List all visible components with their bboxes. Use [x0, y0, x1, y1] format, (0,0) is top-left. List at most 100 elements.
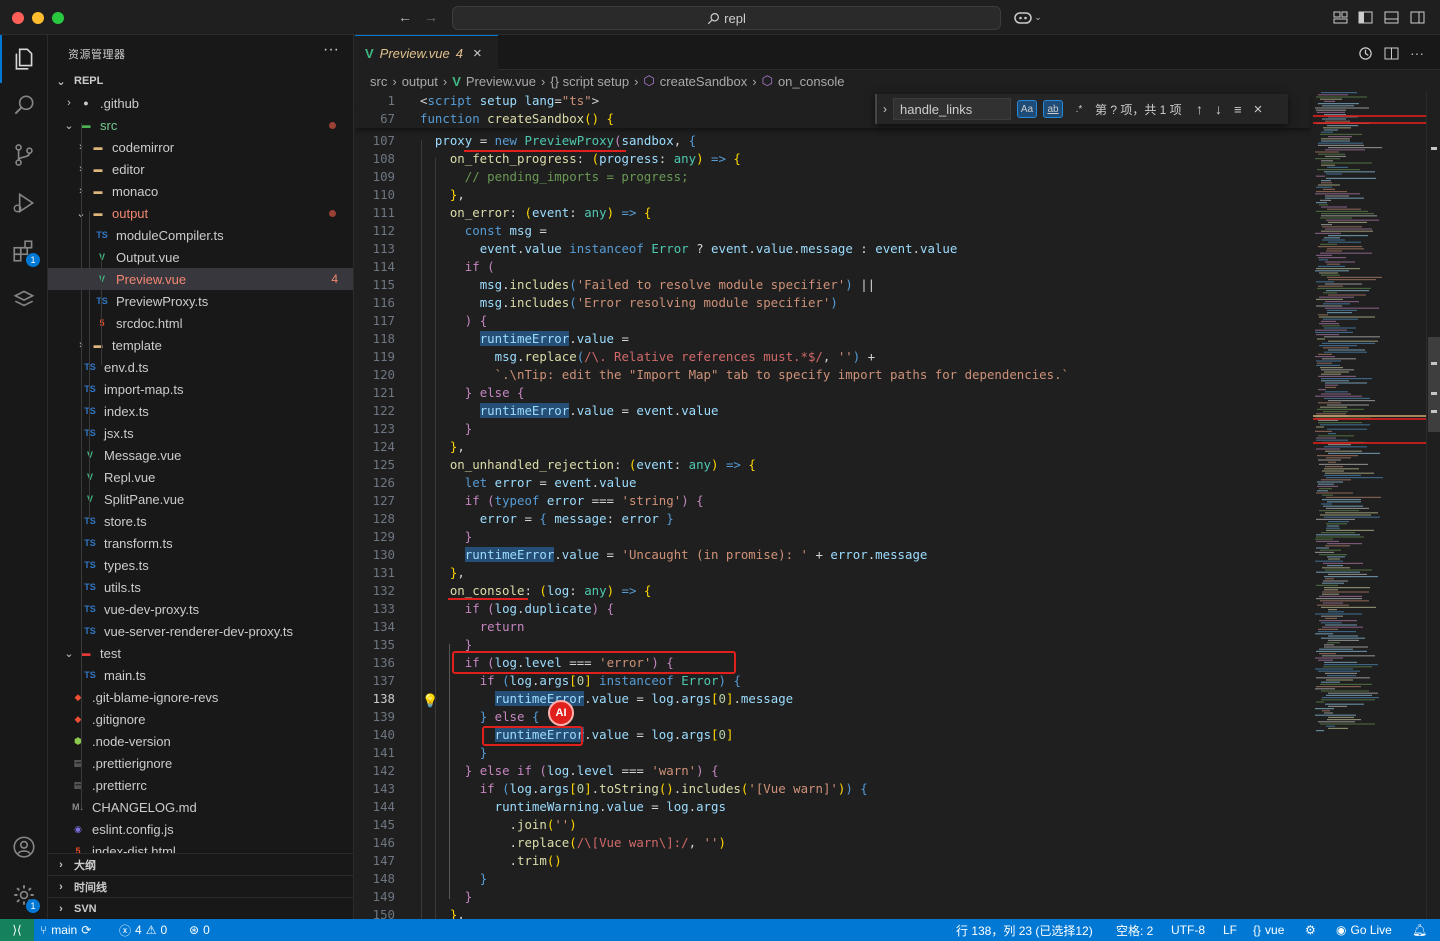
tree-item[interactable]: ▤ .prettierrc [48, 774, 353, 796]
folder-icon: ▬ [93, 340, 103, 350]
remote-indicator[interactable]: ⟩⟨ [0, 919, 34, 941]
timeline-history-icon[interactable] [1356, 44, 1374, 62]
tree-item[interactable]: TS env.d.ts [48, 356, 353, 378]
breadcrumb-on-console[interactable]: on_console [778, 74, 845, 89]
breadcrumb-src[interactable]: src [370, 74, 387, 89]
tree-item[interactable]: › ● .github [48, 92, 353, 114]
indentation[interactable]: 空格: 2 [1116, 919, 1153, 941]
notifications-bell-icon[interactable]: 🔔︎ [1412, 919, 1427, 941]
go-live-button[interactable]: ◉ Go Live [1336, 919, 1392, 941]
tree-item[interactable]: ◆ .git-blame-ignore-revs [48, 686, 353, 708]
tree-item[interactable]: V Output.vue [48, 246, 353, 268]
outline-section[interactable]: › 大纲 [48, 853, 353, 875]
tab-preview-vue[interactable]: V Preview.vue 4 × [355, 35, 498, 70]
tree-item[interactable]: V SplitPane.vue [48, 488, 353, 510]
copilot-status-icon[interactable]: ⚙ [1305, 919, 1316, 941]
source-control-icon[interactable] [0, 131, 48, 179]
scrollbar-thumb[interactable] [1428, 337, 1440, 432]
remote-explorer-icon[interactable] [0, 275, 48, 323]
editor-more-icon[interactable]: ··· [1408, 44, 1426, 62]
svn-section[interactable]: › SVN [48, 897, 353, 919]
extensions-icon[interactable]: 1 [0, 227, 48, 275]
toggle-panel-icon[interactable] [1382, 8, 1400, 26]
run-debug-icon[interactable] [0, 179, 48, 227]
zoom-window-button[interactable] [52, 12, 64, 24]
toggle-secondary-sidebar-icon[interactable] [1408, 8, 1426, 26]
breadcrumb-file[interactable]: Preview.vue [466, 74, 536, 89]
tree-item[interactable]: V Preview.vue 4 [48, 268, 353, 290]
whole-word-toggle[interactable]: ab [1043, 100, 1063, 118]
minimize-window-button[interactable] [32, 12, 44, 24]
tree-item[interactable]: ⌄▬output [48, 202, 353, 224]
branch-indicator[interactable]: ⑂ main ⟳ [40, 919, 91, 941]
tree-item[interactable]: V Repl.vue [48, 466, 353, 488]
tree-item[interactable]: TS vue-dev-proxy.ts [48, 598, 353, 620]
more-actions-icon[interactable]: ··· [323, 41, 339, 59]
lightbulb-icon[interactable]: 💡 [422, 693, 438, 709]
tree-item[interactable]: TS store.ts [48, 510, 353, 532]
workspace-root[interactable]: ⌄ REPL [48, 70, 353, 92]
tree-item[interactable]: TS PreviewProxy.ts [48, 290, 353, 312]
cursor-position[interactable]: 行 138，列 23 (已选择12) [956, 919, 1093, 941]
tree-item[interactable]: TS jsx.ts [48, 422, 353, 444]
prettier-icon: ▤ [73, 779, 83, 790]
tree-item[interactable]: ⬢ .node-version [48, 730, 353, 752]
forward-arrow-icon[interactable]: → [422, 8, 440, 26]
tree-item[interactable]: TS index.ts [48, 400, 353, 422]
toggle-replace-icon[interactable]: › [883, 102, 887, 116]
breadcrumb-script-setup[interactable]: {} script setup [550, 74, 629, 89]
account-icon[interactable] [0, 823, 48, 871]
find-input[interactable]: handle_links [893, 98, 1011, 120]
tree-item[interactable]: ⌄ ▬ test [48, 642, 353, 664]
tree-item[interactable]: ▤ .prettierignore [48, 752, 353, 774]
tree-item[interactable]: M↓ CHANGELOG.md [48, 796, 353, 818]
timeline-section[interactable]: › 时间线 [48, 875, 353, 897]
ai-assistant-icon[interactable]: AI [548, 700, 574, 726]
copilot-icon[interactable]: ⌄ [1013, 8, 1043, 26]
search-view-icon[interactable] [0, 81, 48, 129]
tree-item[interactable]: TS main.ts [48, 664, 353, 686]
settings-badge: 1 [26, 899, 40, 913]
problems-indicator[interactable]: ⓧ 4 ⚠ 0 [119, 919, 167, 941]
customize-layout-icon[interactable] [1331, 8, 1349, 26]
tree-item[interactable]: ⌄ ▬ src [48, 114, 353, 136]
vertical-scrollbar[interactable] [1426, 92, 1440, 919]
split-editor-icon[interactable] [1382, 44, 1400, 62]
tree-item[interactable]: TS import-map.ts [48, 378, 353, 400]
tree-item[interactable]: ›▬template [48, 334, 353, 356]
next-match-icon[interactable]: ↓ [1215, 101, 1222, 117]
match-case-toggle[interactable]: Aa [1017, 100, 1037, 118]
minimap[interactable] [1313, 92, 1426, 919]
code-editor[interactable]: 1 <script setup lang="ts"> 67 function crea… [355, 92, 1440, 919]
encoding[interactable]: UTF-8 [1171, 919, 1205, 941]
tree-item[interactable]: TS transform.ts [48, 532, 353, 554]
language-mode[interactable]: {} vue [1253, 919, 1284, 941]
close-window-button[interactable] [12, 12, 24, 24]
explorer-icon[interactable] [0, 35, 48, 83]
tree-item[interactable]: TS types.ts [48, 554, 353, 576]
tree-item[interactable]: V Message.vue [48, 444, 353, 466]
close-find-icon[interactable]: × [1254, 101, 1263, 118]
line-ending[interactable]: LF [1223, 919, 1237, 941]
breadcrumb-output[interactable]: output [402, 74, 438, 89]
manage-gear-icon[interactable]: 1 [0, 871, 48, 919]
command-center-search[interactable]: repl [452, 6, 1001, 30]
find-in-selection-icon[interactable]: ≡ [1234, 102, 1242, 117]
tree-item[interactable]: ›▬monaco [48, 180, 353, 202]
regex-toggle[interactable]: .* [1069, 100, 1089, 118]
tree-item[interactable]: ›▬editor [48, 158, 353, 180]
previous-match-icon[interactable]: ↑ [1196, 101, 1203, 117]
tree-item[interactable]: 5 srcdoc.html [48, 312, 353, 334]
tree-item[interactable]: ◆ .gitignore [48, 708, 353, 730]
tree-item[interactable]: TS moduleCompiler.ts [48, 224, 353, 246]
ports-indicator[interactable]: ⊛ 0 [189, 919, 210, 941]
toggle-primary-sidebar-icon[interactable] [1356, 8, 1374, 26]
tab-problem-count: 4 [455, 45, 463, 61]
close-tab-icon[interactable]: × [473, 45, 482, 62]
back-arrow-icon[interactable]: ← [396, 8, 414, 26]
tree-item[interactable]: TS utils.ts [48, 576, 353, 598]
tree-item[interactable]: ◉ eslint.config.js [48, 818, 353, 840]
breadcrumb-create-sandbox[interactable]: createSandbox [660, 74, 747, 89]
tree-item[interactable]: TS vue-server-renderer-dev-proxy.ts [48, 620, 353, 642]
tree-item[interactable]: ›▬codemirror [48, 136, 353, 158]
